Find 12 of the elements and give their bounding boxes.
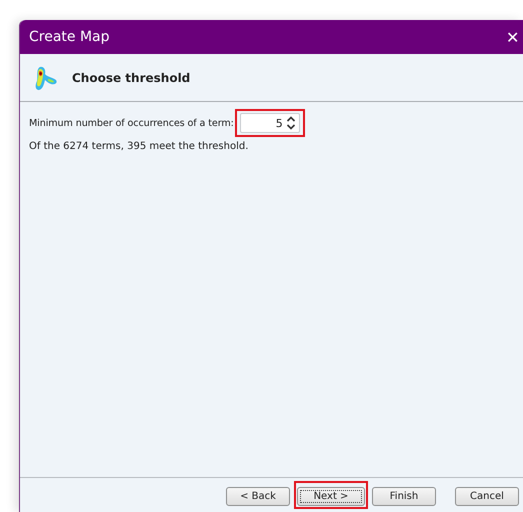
wizard-button[interactable]: < Back bbox=[226, 487, 290, 506]
close-button[interactable]: ✕ bbox=[506, 28, 519, 46]
density-map-icon bbox=[34, 64, 58, 90]
number-spinner[interactable]: 5 bbox=[240, 113, 300, 133]
wizard-button[interactable]: Finish bbox=[372, 487, 436, 506]
wizard-button[interactable]: Next > bbox=[297, 487, 365, 506]
window-title: Create Map bbox=[29, 29, 110, 45]
up-down-arrows-icon[interactable] bbox=[286, 115, 296, 131]
summary-text: Of the 6274 terms, 395 meet the threshold. bbox=[29, 141, 250, 152]
threshold-label: Minimum number of occurrences of a term: bbox=[29, 118, 234, 128]
wizard-button[interactable]: Cancel bbox=[455, 487, 519, 506]
step-title: Choose threshold bbox=[72, 70, 190, 84]
